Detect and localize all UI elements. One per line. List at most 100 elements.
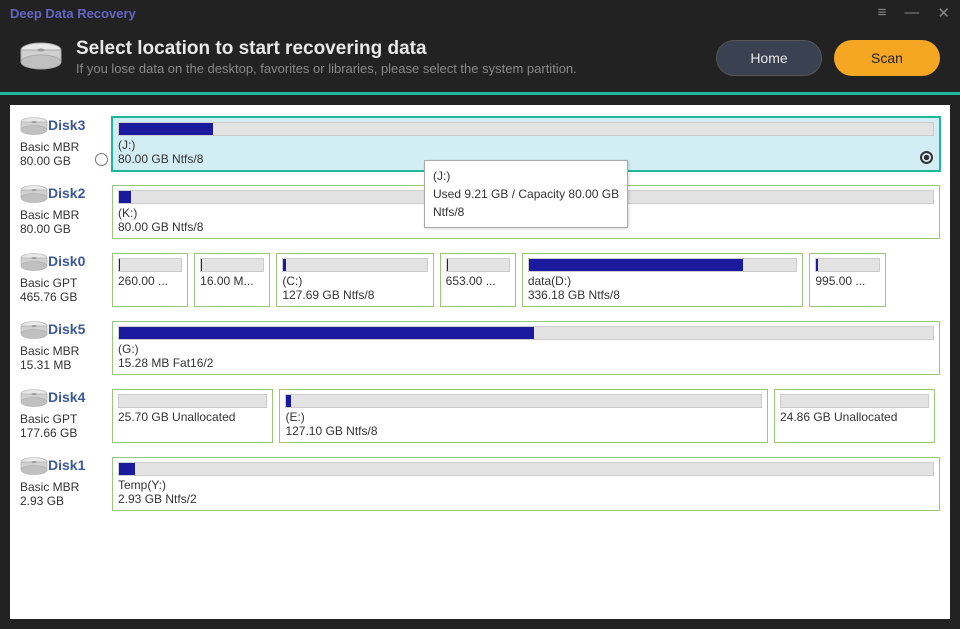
partition-tooltip: (J:) Used 9.21 GB / Capacity 80.00 GB Nt… xyxy=(424,160,628,228)
disk-size: 177.66 GB xyxy=(20,426,106,440)
menu-icon[interactable]: ≡ xyxy=(878,4,887,22)
disk-type: Basic MBR xyxy=(20,208,106,222)
disk-row: Disk4Basic GPT177.66 GB25.70 GB Unalloca… xyxy=(20,389,940,443)
disk-size: 465.76 GB xyxy=(20,290,106,304)
usage-fill xyxy=(816,259,817,271)
usage-bar xyxy=(285,394,762,408)
disk-info: Disk5 Basic MBR15.31 MB xyxy=(20,321,106,372)
partition-caption: 2.93 GB Ntfs/2 xyxy=(118,492,934,506)
disk-row: Disk5 Basic MBR15.31 MB (G:)15.28 MB Fat16… xyxy=(20,321,940,375)
usage-bar xyxy=(118,394,267,408)
disk-size: 2.93 GB xyxy=(20,494,106,508)
partitions: 260.00 ... 16.00 M... (C:)127.69 GB Ntfs/8… xyxy=(112,253,940,307)
partition[interactable]: 25.70 GB Unallocated xyxy=(112,389,273,443)
partition[interactable]: (G:)15.28 MB Fat16/2 xyxy=(112,321,940,375)
partition[interactable]: 260.00 ... xyxy=(112,253,188,307)
usage-fill xyxy=(119,191,131,203)
disk-info: Disk1 Basic MBR2.93 GB xyxy=(20,457,106,508)
window-controls: ≡ — ✕ xyxy=(878,4,950,22)
disk-info: Disk3 Basic MBR80.00 GB xyxy=(20,117,106,168)
disk-name: Disk0 xyxy=(48,253,85,269)
disk-name: Disk3 xyxy=(48,117,85,133)
header-buttons: Home Scan xyxy=(716,40,940,76)
disk-name: Disk4 xyxy=(48,389,85,405)
partition-caption: 995.00 ... xyxy=(815,274,879,288)
tooltip-fs: Ntfs/8 xyxy=(433,203,619,221)
titlebar: Deep Data Recovery ≡ — ✕ xyxy=(0,0,960,26)
partition-caption: 260.00 ... xyxy=(118,274,182,288)
disk-type: Basic MBR xyxy=(20,344,106,358)
partition[interactable]: 24.86 GB Unallocated xyxy=(774,389,935,443)
main: (J:) Used 9.21 GB / Capacity 80.00 GB Nt… xyxy=(0,95,960,629)
disk-small-icon xyxy=(20,457,48,475)
partition[interactable]: Temp(Y:)2.93 GB Ntfs/2 xyxy=(112,457,940,511)
usage-bar xyxy=(200,258,264,272)
minimize-icon[interactable]: — xyxy=(904,4,919,22)
partition-label: data(D:) xyxy=(528,274,798,288)
usage-fill xyxy=(119,327,534,339)
partition[interactable]: (C:)127.69 GB Ntfs/8 xyxy=(276,253,433,307)
disk-info: Disk4Basic GPT177.66 GB xyxy=(20,389,106,440)
page-title: Select location to start recovering data xyxy=(76,38,716,60)
disk-size: 80.00 GB xyxy=(20,154,106,168)
partitions: 25.70 GB Unallocated (E:)127.10 GB Ntfs/8… xyxy=(112,389,940,443)
disk-large-icon xyxy=(20,42,62,70)
partition-label: Temp(Y:) xyxy=(118,478,934,492)
disk-type: Basic MBR xyxy=(20,140,106,154)
partition[interactable]: 653.00 ... xyxy=(440,253,516,307)
partition[interactable]: 995.00 ... xyxy=(809,253,885,307)
disk-name: Disk2 xyxy=(48,185,85,201)
partition-caption: 25.70 GB Unallocated xyxy=(118,410,267,424)
usage-bar xyxy=(118,122,934,136)
header: Select location to start recovering data… xyxy=(0,26,960,92)
partition-label: (C:) xyxy=(282,274,427,288)
partition[interactable]: 16.00 M... xyxy=(194,253,270,307)
usage-fill xyxy=(286,395,291,407)
disk-row: Disk0 Basic GPT465.76 GB 260.00 ... 16.00 M… xyxy=(20,253,940,307)
usage-fill xyxy=(529,259,743,271)
disk-small-icon xyxy=(20,117,48,135)
usage-fill xyxy=(119,259,120,271)
usage-bar xyxy=(815,258,879,272)
disk-small-icon xyxy=(20,253,48,271)
disk-name: Disk5 xyxy=(48,321,85,337)
close-icon[interactable]: ✕ xyxy=(937,4,950,22)
disk-small-icon xyxy=(20,389,48,407)
disk-size: 80.00 GB xyxy=(20,222,106,236)
partition-caption: 127.10 GB Ntfs/8 xyxy=(285,424,762,438)
usage-fill xyxy=(119,463,135,475)
disk-small-icon xyxy=(20,321,48,339)
disk-type: Basic GPT xyxy=(20,276,106,290)
disk-type: Basic MBR xyxy=(20,480,106,494)
partition-caption: 127.69 GB Ntfs/8 xyxy=(282,288,427,302)
partitions: (G:)15.28 MB Fat16/2 xyxy=(112,321,940,375)
scan-button[interactable]: Scan xyxy=(834,40,940,76)
usage-bar xyxy=(528,258,798,272)
partition-caption: 16.00 M... xyxy=(200,274,264,288)
partition-label: (J:) xyxy=(118,138,934,152)
disk-size: 15.31 MB xyxy=(20,358,106,372)
partition[interactable]: (E:)127.10 GB Ntfs/8 xyxy=(279,389,768,443)
usage-fill xyxy=(447,259,448,271)
disk-info: Disk0 Basic GPT465.76 GB xyxy=(20,253,106,304)
usage-bar xyxy=(780,394,929,408)
partition[interactable]: data(D:)336.18 GB Ntfs/8 xyxy=(522,253,804,307)
usage-bar xyxy=(118,462,934,476)
usage-fill xyxy=(283,259,286,271)
partition-caption: 24.86 GB Unallocated xyxy=(780,410,929,424)
tooltip-usage: Used 9.21 GB / Capacity 80.00 GB xyxy=(433,185,619,203)
usage-fill xyxy=(119,123,213,135)
partition-caption: 336.18 GB Ntfs/8 xyxy=(528,288,798,302)
disk-row: Disk1 Basic MBR2.93 GB Temp(Y:)2.93 GB Ntf… xyxy=(20,457,940,511)
disk-name: Disk1 xyxy=(48,457,85,473)
partition-label: (E:) xyxy=(285,410,762,424)
partition-label: (G:) xyxy=(118,342,934,356)
tooltip-label: (J:) xyxy=(433,167,619,185)
header-text: Select location to start recovering data… xyxy=(76,38,716,78)
disk-radio[interactable] xyxy=(95,153,108,166)
partition-caption: 15.28 MB Fat16/2 xyxy=(118,356,934,370)
page-subtitle: If you lose data on the desktop, favorit… xyxy=(76,60,716,78)
home-button[interactable]: Home xyxy=(716,40,822,76)
disk-info: Disk2 Basic MBR80.00 GB xyxy=(20,185,106,236)
disk-small-icon xyxy=(20,185,48,203)
